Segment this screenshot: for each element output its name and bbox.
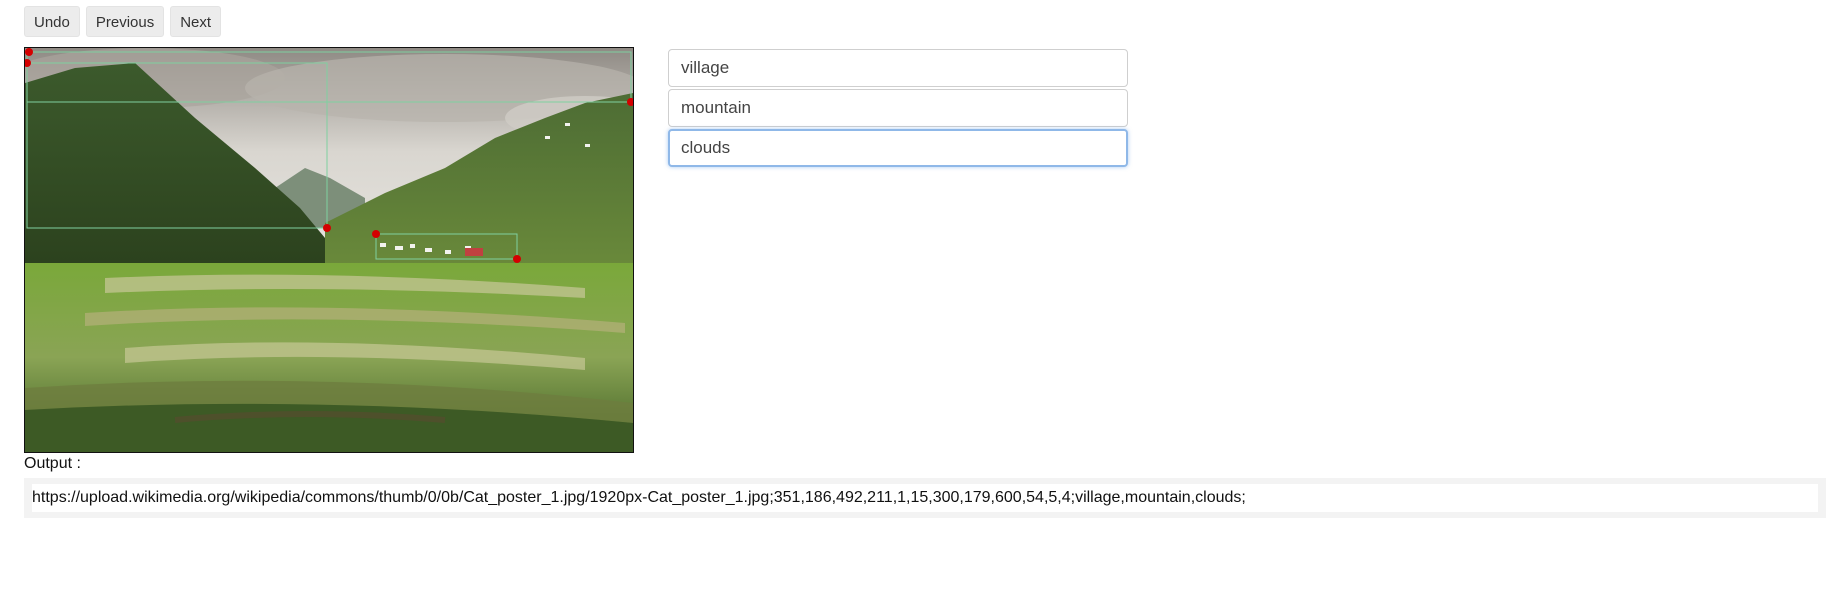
next-button[interactable]: Next xyxy=(170,6,222,37)
output-field[interactable]: https://upload.wikimedia.org/wikipedia/c… xyxy=(32,484,1818,512)
landscape-image[interactable] xyxy=(25,48,633,452)
output-container: https://upload.wikimedia.org/wikipedia/c… xyxy=(24,478,1826,518)
output-label: Output : xyxy=(24,455,81,472)
label-list xyxy=(668,49,1128,169)
toolbar: Undo Previous Next xyxy=(24,6,222,37)
label-input-clouds[interactable] xyxy=(668,129,1128,167)
previous-button[interactable]: Previous xyxy=(85,6,165,37)
label-input-mountain[interactable] xyxy=(668,89,1128,127)
label-input-village[interactable] xyxy=(668,49,1128,87)
undo-button[interactable]: Undo xyxy=(24,6,80,37)
annotation-canvas[interactable] xyxy=(24,47,634,453)
